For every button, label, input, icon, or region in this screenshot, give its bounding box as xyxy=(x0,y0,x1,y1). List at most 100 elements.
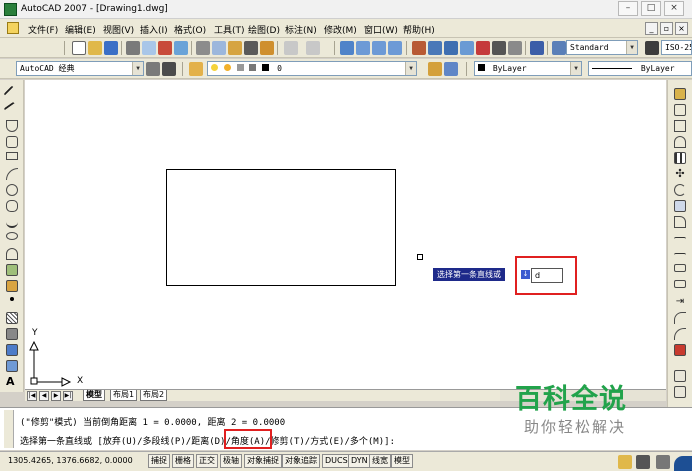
open-folder-icon[interactable] xyxy=(88,41,102,55)
trim-icon[interactable] xyxy=(674,237,686,249)
maximize-button[interactable]: □ xyxy=(641,1,661,16)
communication-center-icon[interactable] xyxy=(618,455,632,469)
stretch-icon[interactable] xyxy=(674,216,686,228)
dim-style-dropdown[interactable]: ISO-25 xyxy=(661,40,692,55)
move-icon[interactable]: ✣ xyxy=(674,168,686,180)
explode-icon[interactable] xyxy=(674,344,686,356)
tab-layout1[interactable]: 布局1 xyxy=(110,390,138,401)
first-tab-button[interactable]: |◀ xyxy=(27,391,37,401)
tab-model[interactable]: 模型 xyxy=(83,390,105,401)
scale-icon[interactable] xyxy=(674,200,686,212)
save-icon[interactable] xyxy=(104,41,118,55)
drawn-rectangle[interactable] xyxy=(166,169,396,286)
copy-icon[interactable] xyxy=(212,41,226,55)
paste-icon[interactable] xyxy=(228,41,242,55)
mirror-icon[interactable] xyxy=(674,120,686,132)
erase-icon[interactable] xyxy=(674,88,686,100)
sheet-set-icon[interactable] xyxy=(460,41,474,55)
menu-format[interactable]: 格式(O) xyxy=(174,23,206,36)
rectangle-icon[interactable] xyxy=(6,152,18,160)
dim-style-icon[interactable] xyxy=(645,41,659,55)
menu-insert[interactable]: 插入(I) xyxy=(140,23,168,36)
model-toggle[interactable]: 模型 xyxy=(391,454,413,468)
gradient-icon[interactable] xyxy=(6,328,18,340)
point-icon[interactable] xyxy=(10,297,14,301)
menu-file[interactable]: 文件(F) xyxy=(28,23,58,36)
cut-icon[interactable] xyxy=(196,41,210,55)
polyline-icon[interactable] xyxy=(6,120,18,132)
prev-tab-button[interactable]: ◀ xyxy=(39,391,49,401)
dyn-toggle[interactable]: DYN xyxy=(348,454,371,468)
markup-icon[interactable] xyxy=(476,41,490,55)
spline-icon[interactable] xyxy=(6,216,18,228)
command-prompt-line[interactable]: 选择第一条直线或 [放弃(U)/多段线(P)/距离(D)/角度(A)/修剪(T)… xyxy=(20,434,395,447)
text-style-dropdown[interactable]: Standard ▼ xyxy=(566,40,638,55)
layer-manager-icon[interactable] xyxy=(189,62,203,76)
menu-window[interactable]: 窗口(W) xyxy=(364,23,398,36)
workspace-dropdown[interactable]: AutoCAD 经典 ▼ xyxy=(16,61,144,76)
print-icon[interactable] xyxy=(126,41,140,55)
rotate-icon[interactable] xyxy=(674,184,686,196)
revision-cloud-icon[interactable] xyxy=(6,200,18,212)
ellipse-arc-icon[interactable] xyxy=(6,248,18,260)
undo-icon[interactable] xyxy=(284,41,298,55)
tool-palettes-icon[interactable] xyxy=(444,41,458,55)
menu-draw[interactable]: 绘图(D) xyxy=(248,23,280,36)
zoom-window-icon[interactable] xyxy=(372,41,386,55)
otrack-toggle[interactable]: 对象追踪 xyxy=(282,454,320,468)
zoom-realtime-icon[interactable] xyxy=(356,41,370,55)
make-current-layer-icon[interactable] xyxy=(428,62,442,76)
lock-toolbars-icon[interactable] xyxy=(636,455,650,469)
doc-minimize-button[interactable]: _ xyxy=(645,22,658,35)
pan-icon[interactable] xyxy=(340,41,354,55)
hatch-icon[interactable] xyxy=(6,312,18,324)
minimize-button[interactable]: – xyxy=(618,1,638,16)
close-button[interactable]: × xyxy=(664,1,684,16)
tab-layout2[interactable]: 布局2 xyxy=(140,390,168,401)
command-window-grip[interactable] xyxy=(4,410,14,448)
quickcalc-icon[interactable] xyxy=(492,41,506,55)
scroll-down-icon[interactable] xyxy=(674,386,686,398)
menu-dimension[interactable]: 标注(N) xyxy=(285,23,317,36)
insert-block-icon[interactable] xyxy=(6,264,18,276)
match-properties-icon[interactable] xyxy=(244,41,258,55)
zoom-previous-icon[interactable] xyxy=(388,41,402,55)
text-style-icon[interactable] xyxy=(552,41,566,55)
multiline-text-icon[interactable]: A xyxy=(6,376,18,388)
redo-icon[interactable] xyxy=(306,41,320,55)
ortho-toggle[interactable]: 正交 xyxy=(196,454,218,468)
join-icon[interactable]: ⇥ xyxy=(674,296,686,308)
line-icon[interactable] xyxy=(3,85,21,103)
polar-toggle[interactable]: 极轴 xyxy=(220,454,242,468)
offset-icon[interactable] xyxy=(674,136,686,148)
break-at-point-icon[interactable] xyxy=(674,264,686,272)
break-icon[interactable] xyxy=(674,280,686,288)
ellipse-icon[interactable] xyxy=(6,232,18,240)
polygon-icon[interactable] xyxy=(6,136,18,148)
circle-icon[interactable] xyxy=(6,184,18,196)
menu-edit[interactable]: 编辑(E) xyxy=(65,23,96,36)
help-icon[interactable] xyxy=(530,41,544,55)
plot-icon[interactable] xyxy=(174,41,188,55)
new-file-icon[interactable] xyxy=(72,41,86,55)
doc-restore-button[interactable]: ▫ xyxy=(660,22,673,35)
scroll-up-icon[interactable] xyxy=(674,370,686,382)
design-center-icon[interactable] xyxy=(428,41,442,55)
menu-help[interactable]: 帮助(H) xyxy=(403,23,435,36)
layer-previous-icon[interactable] xyxy=(444,62,458,76)
menu-modify[interactable]: 修改(M) xyxy=(324,23,357,36)
arc-icon[interactable] xyxy=(6,168,18,180)
workspace-save-icon[interactable] xyxy=(162,62,176,76)
doc-close-button[interactable]: × xyxy=(675,22,688,35)
print-preview-icon[interactable] xyxy=(142,41,156,55)
fillet-icon[interactable] xyxy=(674,328,686,340)
last-tab-button[interactable]: ▶| xyxy=(63,391,73,401)
clean-screen-icon[interactable] xyxy=(656,455,670,469)
lineweight-toggle[interactable]: 线宽 xyxy=(369,454,391,468)
calculator-icon[interactable] xyxy=(508,41,522,55)
publish-icon[interactable] xyxy=(158,41,172,55)
region-icon[interactable] xyxy=(6,344,18,356)
menu-tools[interactable]: 工具(T) xyxy=(214,23,245,36)
linetype-dropdown[interactable]: ByLayer xyxy=(588,61,692,76)
construction-line-icon[interactable] xyxy=(3,101,21,119)
